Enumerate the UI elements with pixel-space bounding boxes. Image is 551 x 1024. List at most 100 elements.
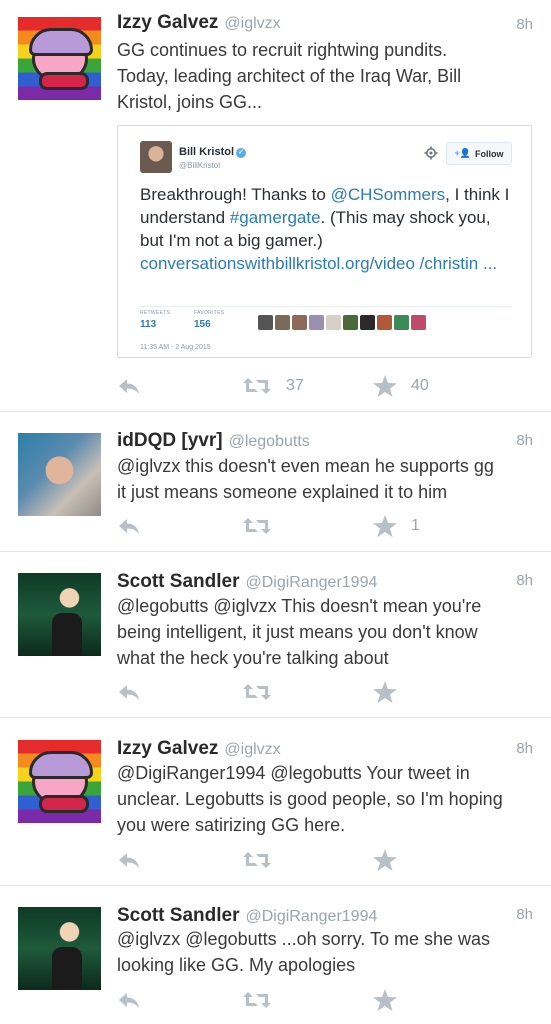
reply-button[interactable] (117, 373, 141, 399)
embedded-handle: @BillKristol (179, 161, 221, 170)
tweet-author[interactable]: Izzy Galvez @iglvzx (117, 12, 281, 34)
favorite-count: 1 (411, 517, 420, 534)
retweet-button[interactable]: 37 (242, 373, 304, 399)
star-icon (373, 375, 397, 397)
reply-button[interactable] (117, 847, 141, 873)
url-link[interactable]: conversationswithbillkristol.org/video /… (140, 254, 497, 273)
tweet-text-line: being intelligent, it just means you don… (117, 622, 478, 642)
author-name: Izzy Galvez (117, 738, 219, 759)
tweet-text: GG continues to recruit rightwing pundit… (117, 37, 532, 115)
tweet-text-line: GG continues to recruit rightwing pundit… (117, 40, 448, 60)
favoriter-avatar[interactable] (360, 315, 375, 330)
tweet[interactable]: Scott Sandler @DigiRanger1994 8h @legobut… (0, 552, 551, 718)
avatar[interactable] (18, 17, 101, 100)
author-name: Scott Sandler (117, 905, 240, 926)
embedded-author[interactable]: Bill Kristol ✓ (179, 146, 247, 158)
tweet-time: 8h (516, 740, 533, 757)
favoriter-avatar[interactable] (309, 315, 324, 330)
embedded-date: 11:35 AM - 2 Aug 2015 (140, 344, 211, 351)
author-handle: @iglvzx (224, 15, 281, 32)
tweet-text: @DigiRanger1994 @legobutts Your tweet in… (117, 760, 532, 838)
tweet[interactable]: Izzy Galvez @iglvzx 8h GG continues to re… (0, 0, 551, 412)
tweet-actions (117, 679, 537, 705)
star-icon (373, 989, 397, 1011)
favoriter-avatar[interactable] (326, 315, 341, 330)
favoriter-avatar[interactable] (377, 315, 392, 330)
tweet-actions: 37 40 (117, 373, 537, 399)
tweet-text-line: you were satirizing GG here. (117, 815, 346, 835)
tweet-text-line: @legobutts @iglvzx This doesn't mean you… (117, 596, 482, 616)
reply-icon (119, 379, 139, 394)
reply-icon (119, 853, 139, 868)
star-icon (373, 849, 397, 871)
embedded-avatar[interactable] (140, 141, 172, 173)
reply-button[interactable] (117, 679, 141, 705)
tweet-author[interactable]: Scott Sandler @DigiRanger1994 (117, 905, 377, 927)
favorites-count[interactable]: 156 (194, 319, 211, 330)
retweet-count: 37 (286, 377, 304, 394)
favorite-button[interactable] (373, 679, 411, 705)
tweet-author[interactable]: Izzy Galvez @iglvzx (117, 738, 281, 760)
author-handle: @DigiRanger1994 (245, 908, 378, 925)
author-handle: @iglvzx (224, 741, 281, 758)
retweet-button[interactable] (242, 679, 286, 705)
tweet-time: 8h (516, 906, 533, 923)
reply-icon (119, 519, 139, 534)
favorite-button[interactable] (373, 847, 411, 873)
tweet-time: 8h (516, 572, 533, 589)
author-name: Izzy Galvez (117, 12, 219, 33)
tweet-text-line: Kristol, joins GG... (117, 92, 263, 112)
favoriter-avatar[interactable] (394, 315, 409, 330)
star-icon (373, 515, 397, 537)
author-handle: @legobutts (228, 433, 310, 450)
tweet-text-line: @iglvzx this doesn't even mean he suppor… (117, 456, 494, 476)
tweet-time: 8h (516, 432, 533, 449)
author-name: idDQD [yvr] (117, 430, 223, 451)
tweet-author[interactable]: idDQD [yvr] @legobutts (117, 430, 310, 452)
retweet-button[interactable] (242, 513, 286, 539)
tweet-text-line: looking like GG. My apologies (117, 955, 356, 975)
avatar[interactable] (18, 907, 101, 990)
mention-link[interactable]: @CHSommers (331, 185, 446, 204)
favoriter-avatar[interactable] (275, 315, 290, 330)
avatar[interactable] (18, 433, 101, 516)
avatar[interactable] (18, 740, 101, 823)
reply-button[interactable] (117, 987, 141, 1013)
reply-button[interactable] (117, 513, 141, 539)
tweet-actions (117, 847, 537, 873)
retweet-button[interactable] (242, 847, 286, 873)
retweet-icon (243, 378, 271, 394)
tweet[interactable]: idDQD [yvr] @legobutts 8h @iglvzx this do… (0, 412, 551, 552)
tweet-text-line: it just means someone explained it to hi… (117, 482, 448, 502)
tweet-text: @iglvzx this doesn't even mean he suppor… (117, 453, 532, 505)
retweet-icon (243, 992, 271, 1008)
embedded-author-name: Bill Kristol (179, 146, 235, 158)
favoriter-avatar[interactable] (411, 315, 426, 330)
tweet[interactable]: Izzy Galvez @iglvzx 8h @DigiRanger1994 @l… (0, 718, 551, 886)
tweet-text: @iglvzx @legobutts ...oh sorry. To me sh… (117, 926, 532, 978)
retweets-label: RETWEETS (140, 310, 171, 316)
retweet-icon (243, 684, 271, 700)
retweet-icon (243, 852, 271, 868)
gear-icon[interactable] (424, 146, 438, 160)
tweet-time: 8h (516, 16, 533, 33)
tweet[interactable]: Scott Sandler @DigiRanger1994 8h @iglvzx … (0, 886, 551, 1024)
favoriter-avatar[interactable] (258, 315, 273, 330)
follow-button[interactable]: +👤 Follow (446, 142, 512, 165)
tweet-text-line: @iglvzx @legobutts ...oh sorry. To me sh… (117, 929, 491, 949)
tweet-text: @legobutts @iglvzx This doesn't mean you… (117, 593, 532, 671)
tweet-actions (117, 987, 537, 1013)
favoriter-avatar[interactable] (292, 315, 307, 330)
reply-icon (119, 993, 139, 1008)
retweets-count[interactable]: 113 (140, 319, 156, 330)
hashtag-link[interactable]: #gamergate (230, 208, 321, 227)
follow-label: Follow (474, 148, 504, 159)
favorite-button[interactable] (373, 987, 411, 1013)
favoriter-avatar[interactable] (343, 315, 358, 330)
favorite-button[interactable]: 1 (373, 513, 420, 539)
tweet-author[interactable]: Scott Sandler @DigiRanger1994 (117, 571, 377, 593)
avatar[interactable] (18, 573, 101, 656)
embedded-tweet-card[interactable]: Bill Kristol ✓ @BillKristol +👤 Follow Brea… (117, 125, 532, 358)
retweet-button[interactable] (242, 987, 286, 1013)
favorite-button[interactable]: 40 (373, 373, 429, 399)
